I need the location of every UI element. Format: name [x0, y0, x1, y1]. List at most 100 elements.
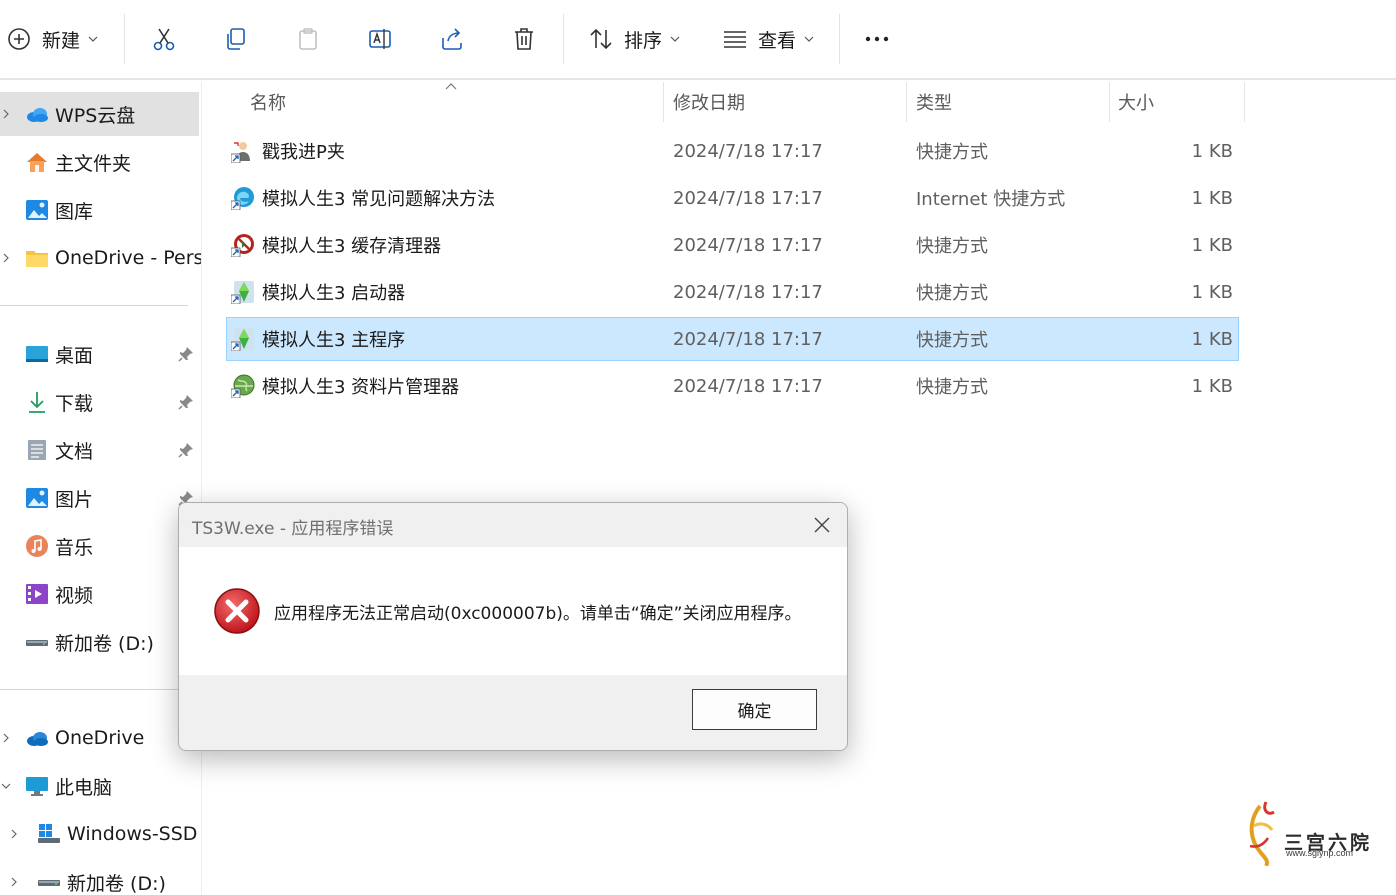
trash-icon [511, 26, 537, 52]
file-size: 1 KB [1191, 140, 1233, 162]
nav-item-this-pc[interactable]: 此电脑 [0, 764, 201, 808]
paste-button[interactable] [295, 18, 321, 60]
column-divider[interactable] [663, 82, 664, 122]
chevron-right-icon[interactable] [8, 876, 20, 888]
file-name: 模拟人生3 缓存清理器 [262, 236, 442, 257]
file-row[interactable]: 模拟人生3 缓存清理器 2024/7/18 17:17 快捷方式 1 KB [226, 223, 1239, 267]
ok-button[interactable]: 确定 [692, 689, 817, 730]
file-date: 2024/7/18 17:17 [673, 281, 823, 303]
more-button[interactable] [864, 18, 890, 60]
toolbar-divider [563, 14, 564, 64]
chevron-down-icon [804, 36, 814, 42]
chevron-right-icon[interactable] [0, 252, 12, 264]
nav-item-onedrive-personal[interactable]: OneDrive - Perso [0, 236, 202, 280]
copy-icon [223, 26, 249, 52]
nav-label: 音乐 [55, 536, 94, 559]
rename-icon [367, 26, 393, 52]
share-icon [439, 26, 465, 52]
nav-item-pictures[interactable]: 图片 [0, 476, 201, 520]
nav-item-windows-ssd[interactable]: Windows-SSD ( [0, 812, 201, 856]
file-name: 模拟人生3 常见问题解决方法 [262, 189, 496, 210]
chevron-down-icon[interactable] [0, 780, 12, 792]
column-divider[interactable] [1244, 82, 1245, 122]
file-type: 快捷方式 [916, 283, 988, 304]
nav-label: 图库 [55, 200, 94, 223]
sort-label: 排序 [624, 29, 663, 52]
file-size: 1 KB [1191, 234, 1233, 256]
nav-item-drive-d-2[interactable]: 新加卷 (D:) [0, 860, 201, 895]
nav-item-downloads[interactable]: 下载 [0, 380, 201, 424]
error-dialog: TS3W.exe - 应用程序错误 应用程序无法正常启动(0xc000007b)… [178, 502, 848, 751]
nav-label: 视频 [55, 584, 94, 607]
watermark-url: www.sglynp.com [1286, 848, 1354, 858]
file-type: 快捷方式 [916, 142, 988, 163]
dialog-message: 应用程序无法正常启动(0xc000007b)。请单击“确定”关闭应用程序。 [274, 604, 802, 624]
scissors-icon [151, 26, 177, 52]
pin-icon[interactable] [178, 394, 194, 410]
nav-item-drive-d[interactable]: 新加卷 (D:) [0, 620, 201, 664]
cut-button[interactable] [151, 18, 177, 60]
nav-item-music[interactable]: 音乐 [0, 524, 201, 568]
column-header-label: 名称 [250, 93, 286, 114]
file-name: 模拟人生3 主程序 [262, 330, 406, 351]
view-button[interactable]: 查看 [722, 18, 814, 60]
nav-label: 文档 [55, 440, 94, 463]
globe-shortcut-icon [231, 374, 255, 398]
chevron-right-icon[interactable] [0, 108, 12, 120]
nav-divider [0, 689, 180, 690]
file-size: 1 KB [1191, 375, 1233, 397]
file-row[interactable]: 模拟人生3 资料片管理器 2024/7/18 17:17 快捷方式 1 KB [226, 364, 1239, 408]
nav-label: 新加卷 (D:) [55, 632, 154, 655]
drive-icon [26, 640, 48, 646]
nav-item-home[interactable]: 主文件夹 [0, 140, 201, 184]
gallery-icon [26, 200, 48, 220]
nav-item-gallery[interactable]: 图库 [0, 188, 201, 232]
new-label: 新建 [42, 29, 81, 52]
column-header-type[interactable]: 类型 [916, 82, 1106, 122]
nav-label: 主文件夹 [55, 152, 132, 175]
sort-button[interactable]: 排序 [588, 18, 680, 60]
navigation-pane: WPS云盘 主文件夹 图库 OneDrive - Perso 桌面 下载 文档 … [0, 82, 202, 895]
person-shortcut-icon [231, 142, 250, 163]
rename-button[interactable] [367, 18, 393, 60]
dialog-title-bar[interactable]: TS3W.exe - 应用程序错误 [179, 503, 847, 547]
column-header-name[interactable]: 名称 [250, 82, 660, 122]
column-header-date[interactable]: 修改日期 [673, 82, 903, 122]
nav-label: 新加卷 (D:) [67, 872, 166, 895]
close-icon[interactable] [812, 515, 832, 535]
sort-arrows-icon [588, 26, 614, 52]
copy-button[interactable] [223, 18, 249, 60]
chevron-right-icon[interactable] [8, 828, 20, 840]
nav-item-desktop[interactable]: 桌面 [0, 332, 201, 376]
folder-icon [26, 251, 48, 267]
nav-label: 图片 [55, 488, 94, 511]
file-date: 2024/7/18 17:17 [673, 375, 823, 397]
chevron-right-icon[interactable] [0, 732, 12, 744]
file-type: 快捷方式 [916, 330, 988, 351]
pin-icon[interactable] [178, 346, 194, 362]
file-row[interactable]: 模拟人生3 启动器 2024/7/18 17:17 快捷方式 1 KB [226, 270, 1239, 314]
pin-icon[interactable] [178, 442, 194, 458]
nav-item-documents[interactable]: 文档 [0, 428, 201, 472]
chevron-down-icon [88, 36, 98, 42]
column-divider[interactable] [1109, 82, 1110, 122]
file-row[interactable]: 模拟人生3 常见问题解决方法 2024/7/18 17:17 Internet … [226, 176, 1239, 220]
nav-item-onedrive[interactable]: OneDrive [0, 716, 201, 760]
nav-item-wps-cloud[interactable]: WPS云盘 [0, 92, 199, 136]
file-date: 2024/7/18 17:17 [673, 140, 823, 162]
share-button[interactable] [439, 18, 465, 60]
column-header-label: 类型 [916, 93, 952, 114]
nav-label: OneDrive - Perso [55, 247, 202, 269]
new-button[interactable]: 新建 [6, 18, 98, 60]
file-date: 2024/7/18 17:17 [673, 234, 823, 256]
edge-shortcut-icon [231, 187, 254, 210]
column-header-label: 修改日期 [673, 93, 745, 114]
column-header-size[interactable]: 大小 [1118, 82, 1238, 122]
file-row[interactable]: 戳我进P夹 2024/7/18 17:17 快捷方式 1 KB [226, 129, 1239, 173]
column-divider[interactable] [906, 82, 907, 122]
clipboard-icon [295, 26, 321, 52]
file-row-selected[interactable]: 模拟人生3 主程序 2024/7/18 17:17 快捷方式 1 KB [226, 317, 1239, 361]
file-type: Internet 快捷方式 [916, 189, 1066, 210]
nav-item-videos[interactable]: 视频 [0, 572, 201, 616]
delete-button[interactable] [511, 18, 537, 60]
